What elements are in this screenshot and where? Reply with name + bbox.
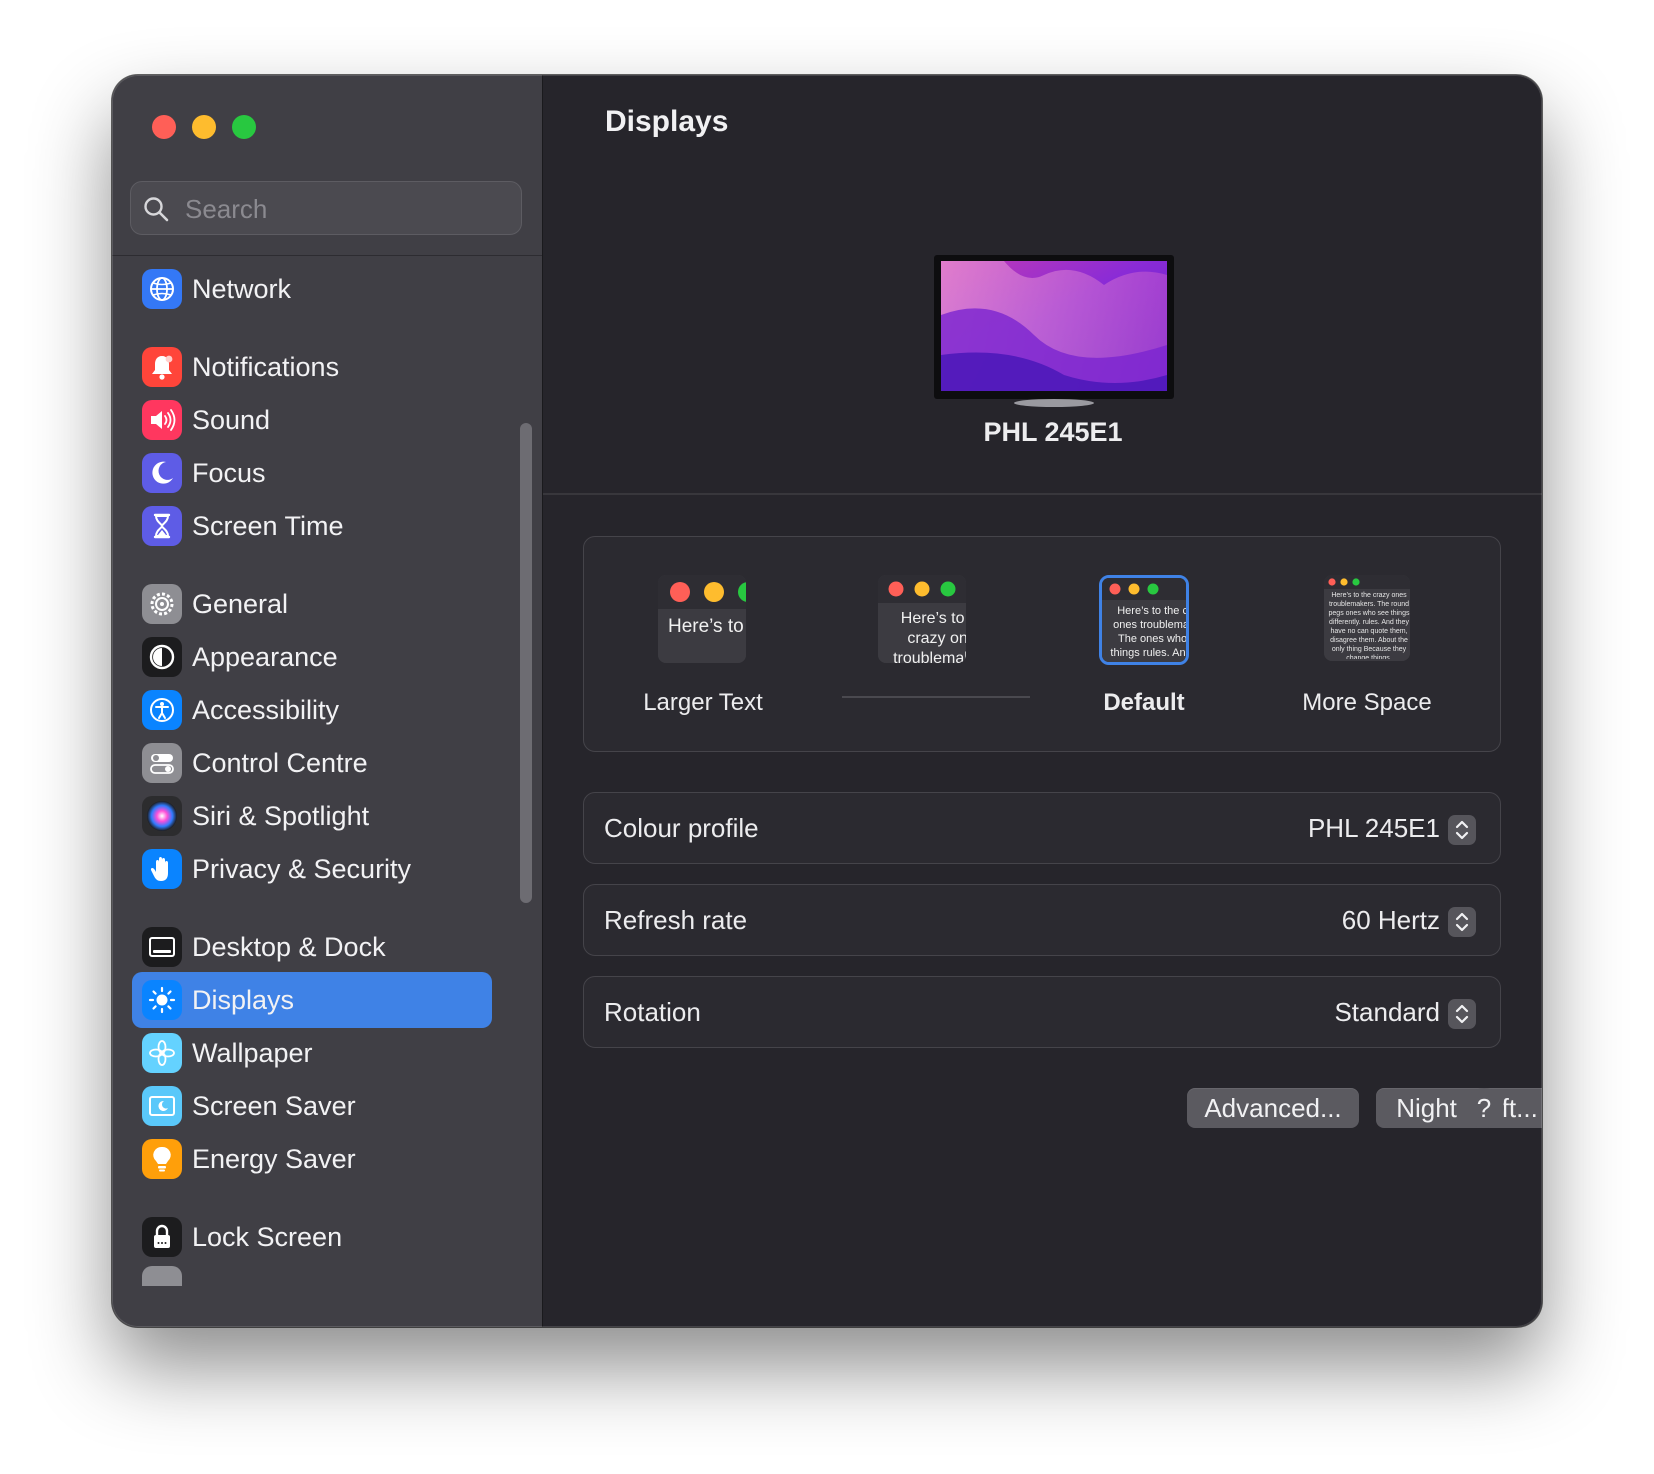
resolution-preview: Here’s to the crazy ones troublemakers. … (1324, 575, 1410, 661)
main-pane: Displays PHL 245E1 Here’s to Larger Text… (543, 75, 1542, 1327)
screensaver-icon (142, 1086, 182, 1126)
rotation-row[interactable]: Rotation Standard (583, 976, 1501, 1048)
resolution-label: Default (1103, 689, 1185, 716)
sidebar-item-label: Network (192, 273, 292, 304)
sidebar-item-label: Desktop & Dock (192, 931, 386, 962)
sidebar-item-label: Lock Screen (192, 1221, 343, 1252)
sidebar-item-notifications[interactable]: Notifications (132, 339, 492, 395)
search-field[interactable] (130, 181, 522, 236)
settings-window: Network Notifications Sound (112, 75, 1542, 1327)
sidebar: Network Notifications Sound (112, 75, 543, 1327)
refresh-rate-popup-icon[interactable] (1448, 907, 1476, 937)
sidebar-item-partial[interactable] (142, 1266, 182, 1286)
sidebar-item-label: Sound (192, 404, 271, 435)
page-title: Displays (605, 105, 729, 138)
rotation-label: Rotation (604, 997, 701, 1027)
sidebar-item-network[interactable]: Network (132, 261, 492, 317)
sidebar-item-focus[interactable]: Focus (132, 445, 492, 501)
resolution-label: Larger Text (643, 689, 763, 716)
sidebar-item-label: Accessibility (192, 694, 340, 725)
sidebar-item-desktop-dock[interactable]: Desktop & Dock (132, 919, 492, 975)
sidebar-item-label: Siri & Spotlight (192, 800, 370, 831)
help-button[interactable]: ? (1464, 1088, 1504, 1128)
appearance-icon (142, 637, 182, 677)
bell-icon (142, 347, 182, 387)
sidebar-item-siri-spotlight[interactable]: Siri & Spotlight (132, 788, 492, 844)
sidebar-item-wallpaper[interactable]: Wallpaper (132, 1025, 492, 1081)
sidebar-scrollbar[interactable] (520, 423, 532, 903)
gear-icon (142, 584, 182, 624)
refresh-rate-value[interactable]: 60 Hertz (1342, 905, 1440, 936)
sidebar-item-sound[interactable]: Sound (132, 392, 492, 448)
sidebar-item-label: Screen Saver (192, 1090, 356, 1121)
search-input[interactable] (183, 182, 507, 236)
sidebar-item-label: Appearance (192, 641, 338, 672)
sidebar-item-label: Energy Saver (192, 1143, 356, 1174)
sidebar-item-displays[interactable]: Displays (132, 972, 492, 1028)
hourglass-icon (142, 506, 182, 546)
section-divider (543, 493, 1542, 495)
refresh-rate-label: Refresh rate (604, 905, 748, 935)
lock-icon (142, 1217, 182, 1257)
close-button[interactable] (152, 115, 176, 139)
rotation-value[interactable]: Standard (1334, 997, 1440, 1028)
sidebar-item-label: Screen Time (192, 510, 344, 541)
refresh-rate-row[interactable]: Refresh rate 60 Hertz (583, 884, 1501, 956)
sidebar-item-label: Notifications (192, 351, 340, 382)
resolution-preview: Here’s to the crazy ones troublemakers. … (878, 575, 966, 663)
colour-profile-value[interactable]: PHL 245E1 (1308, 813, 1440, 844)
resolution-preview-text: Here’s to the crazy ones troublemakers. (668, 616, 746, 637)
sidebar-item-label: Wallpaper (192, 1037, 313, 1068)
bulb-icon (142, 1139, 182, 1179)
sidebar-item-accessibility[interactable]: Accessibility (132, 682, 492, 738)
search-icon (144, 197, 169, 222)
zoom-button[interactable] (232, 115, 256, 139)
sidebar-item-lock-screen[interactable]: Lock Screen (132, 1209, 492, 1265)
resolution-preview: Here’s to the crazy ones troublemakers. … (1099, 575, 1189, 665)
resolution-label: More Space (1302, 689, 1432, 716)
display-name: PHL 245E1 (983, 417, 1123, 447)
dock-icon (142, 927, 182, 967)
sidebar-list: Network Notifications Sound Focus Screen… (112, 256, 542, 1327)
minimize-button[interactable] (192, 115, 216, 139)
advanced-button[interactable]: Advanced... (1187, 1088, 1359, 1128)
globe-icon (142, 269, 182, 309)
sidebar-item-control-centre[interactable]: Control Centre (132, 735, 492, 791)
siri-icon (142, 796, 182, 836)
accessibility-icon (142, 690, 182, 730)
flower-icon (142, 1033, 182, 1073)
rotation-popup-icon[interactable] (1448, 999, 1476, 1029)
moon-icon (142, 453, 182, 493)
window-controls (152, 115, 256, 139)
night-shift-button[interactable]: Night Shift... (1376, 1088, 1542, 1128)
resolution-preview-text: Here’s to the crazy ones troublemakers. … (1328, 592, 1410, 659)
resolution-slider-track[interactable] (842, 696, 1030, 698)
sidebar-item-privacy-security[interactable]: Privacy & Security (132, 841, 492, 897)
colour-profile-row[interactable]: Colour profile PHL 245E1 (583, 792, 1501, 864)
sidebar-item-label: Privacy & Security (192, 853, 412, 884)
sidebar-item-screen-saver[interactable]: Screen Saver (132, 1078, 492, 1134)
resolution-panel: Here’s to the crazy ones troublemakers. … (583, 536, 1501, 752)
colour-profile-label: Colour profile (604, 813, 759, 843)
sidebar-item-screen-time[interactable]: Screen Time (132, 498, 492, 554)
monitor-illustration[interactable] (934, 255, 1174, 415)
resolution-preview-text: Here’s to the crazy ones troublemakers. … (893, 610, 966, 663)
sidebar-item-label: General (192, 588, 289, 619)
resolution-preview: Here’s to the crazy ones troublemakers. (658, 575, 746, 663)
speaker-icon (142, 400, 182, 440)
sidebar-item-energy-saver[interactable]: Energy Saver (132, 1131, 492, 1187)
sidebar-item-label: Focus (192, 457, 266, 488)
colour-profile-popup-icon[interactable] (1448, 815, 1476, 845)
hand-icon (142, 849, 182, 889)
sidebar-item-appearance[interactable]: Appearance (132, 629, 492, 685)
sun-icon (142, 980, 182, 1020)
sidebar-item-general[interactable]: General (132, 576, 492, 632)
resolution-preview-text: Here’s to the crazy ones troublemakers. … (1110, 605, 1189, 659)
toggles-icon (142, 743, 182, 783)
sidebar-item-label: Displays (192, 984, 295, 1015)
sidebar-item-label: Control Centre (192, 747, 368, 778)
